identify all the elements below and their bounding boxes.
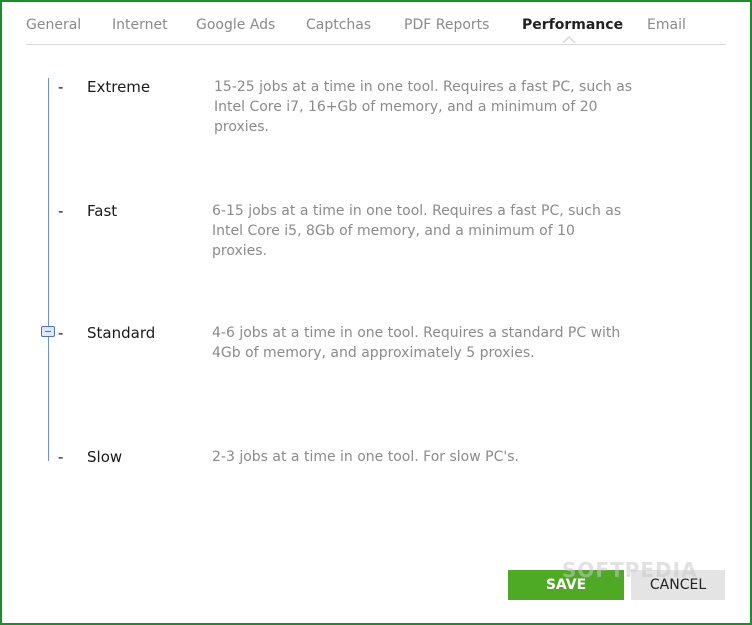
slider-tick-mark: - — [58, 202, 64, 220]
tab-email[interactable]: Email — [647, 17, 686, 33]
cancel-button[interactable]: CANCEL — [631, 570, 725, 600]
tab-performance[interactable]: Performance — [522, 17, 623, 33]
tab-captchas[interactable]: Captchas — [306, 17, 371, 33]
level-description-extreme: 15-25 jobs at a time in one tool. Requir… — [214, 79, 633, 135]
level-label-extreme[interactable]: Extreme — [87, 78, 150, 96]
tab-general[interactable]: General — [26, 17, 81, 33]
performance-slider-track[interactable] — [48, 78, 49, 461]
tab-google-ads[interactable]: Google Ads — [196, 17, 275, 33]
slider-tick-mark: - — [58, 78, 64, 96]
settings-window: General Internet Google Ads Captchas PDF… — [0, 0, 752, 625]
level-description-slow: 2-3 jobs at a time in one tool. For slow… — [212, 449, 519, 465]
level-label-standard[interactable]: Standard — [87, 324, 155, 342]
settings-tab-bar: General Internet Google Ads Captchas PDF… — [26, 2, 726, 45]
slider-tick-mark: - — [58, 324, 64, 342]
active-tab-caret-icon — [562, 36, 576, 44]
save-button[interactable]: SAVE — [508, 570, 624, 600]
level-label-fast[interactable]: Fast — [87, 202, 117, 220]
level-description-standard: 4-6 jobs at a time in one tool. Requires… — [212, 325, 621, 361]
performance-slider-thumb[interactable] — [41, 326, 55, 337]
tab-internet[interactable]: Internet — [112, 17, 168, 33]
slider-tick-mark: - — [58, 448, 64, 466]
level-label-slow[interactable]: Slow — [87, 448, 122, 466]
level-description-fast: 6-15 jobs at a time in one tool. Require… — [212, 203, 622, 259]
tab-pdf-reports[interactable]: PDF Reports — [404, 17, 489, 33]
